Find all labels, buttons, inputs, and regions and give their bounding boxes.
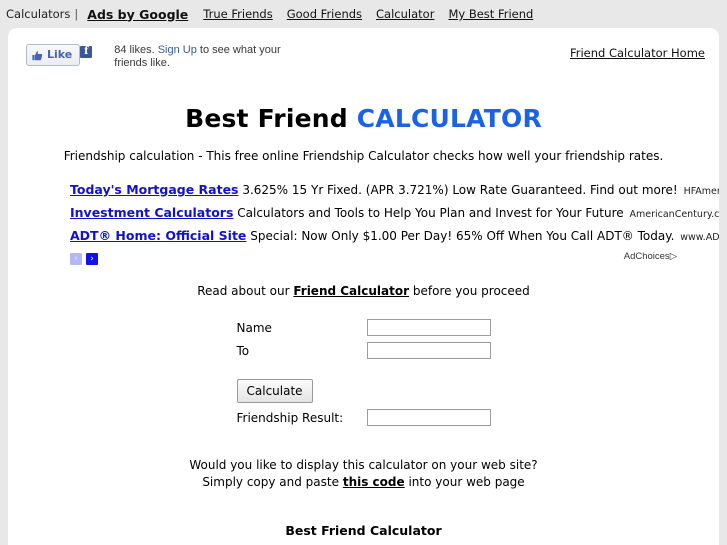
form-row-result: Friendship Result: [237,406,491,429]
signup-link[interactable]: Sign Up [158,44,197,56]
topnav-link-calculator[interactable]: Calculator [376,7,434,21]
content-card: Like f 84 likes. Sign Up to see what you… [8,28,719,545]
ad-pagination: ‹ › AdChoices▷ [70,251,677,266]
ad-item: Investment Calculators Calculators and T… [70,202,719,225]
calculator-form: Name To Calculate Friendship Result: [8,316,719,429]
facebook-like-button[interactable]: Like [26,44,81,66]
embed-line-1: Would you like to display this calculato… [189,458,538,472]
topnav-label: Calculators [6,7,71,21]
ad-body-1: 3.625% 15 Yr Fixed. (APR 3.721%) Low Rat… [242,183,678,197]
ad-body-2: Calculators and Tools to Help You Plan a… [237,206,624,220]
read-about-before: Read about our [197,284,290,298]
page-title: Best Friend CALCULATOR [8,104,719,133]
chevron-left-icon[interactable]: ‹ [70,253,82,265]
ad-item: Today's Mortgage Rates 3.625% 15 Yr Fixe… [70,179,719,202]
embed-line2-before: Simply copy and paste [202,475,339,489]
page-title-primary: Best Friend [185,104,348,133]
ad-url-1: HFAmerica.com [683,186,719,197]
adchoices-label: AdChoices [623,251,670,262]
result-field-cell [366,406,491,429]
ad-block: Today's Mortgage Rates 3.625% 15 Yr Fixe… [70,179,719,266]
friend-calculator-link[interactable]: Friend Calculator [293,284,409,298]
likes-count: 84 likes. [114,44,155,56]
read-about-after: before you proceed [412,284,530,298]
topnav-link-ads-by-google[interactable]: Ads by Google [87,7,188,22]
embed-note: Would you like to display this calculato… [8,457,719,491]
ad-url-2: AmericanCentury.com [629,209,719,220]
friendship-result-input[interactable] [366,409,491,426]
this-code-link[interactable]: this code [343,475,405,489]
ad-title-link-1[interactable]: Today's Mortgage Rates [70,182,239,197]
form-row-name: Name [237,316,491,339]
facebook-icon: f [80,46,93,58]
to-label: To [236,343,250,358]
calculate-button[interactable]: Calculate [236,379,313,403]
chevron-right-icon[interactable]: › [86,253,98,265]
thumbs-up-icon [32,50,44,62]
calculator-form-table: Name To Calculate Friendship Result: [236,316,491,429]
read-about-line: Read about our Friend Calculator before … [8,284,719,298]
like-count-text: 84 likes. Sign Up to see what your frien… [114,44,284,70]
topnav-link-good-friends[interactable]: Good Friends [287,7,362,21]
top-navigation-bar: Calculators | Ads by Google True Friends… [0,0,727,28]
ad-title-link-3[interactable]: ADT® Home: Official Site [70,228,246,243]
to-input[interactable] [366,342,491,359]
ad-item: ADT® Home: Official Site Special: Now On… [70,225,719,248]
adchoices-arrow-icon: ▷ [669,251,677,262]
topnav-link-true-friends[interactable]: True Friends [203,7,272,21]
like-button-label: Like [47,48,73,61]
name-input[interactable] [366,319,491,336]
embed-line-2: Simply copy and paste this code into you… [8,474,719,491]
page-title-accent: CALCULATOR [356,104,542,133]
form-row-to: To [237,339,491,362]
article-heading: Best Friend Calculator [285,523,442,538]
ad-title-link-2[interactable]: Investment Calculators [70,205,233,220]
adchoices-badge[interactable]: AdChoices▷ [624,251,677,262]
ad-url-3: www.ADT.com [680,232,719,243]
page-subtitle: Friendship calculation - This free onlin… [63,149,664,163]
social-like-bar: Like f 84 likes. Sign Up to see what you… [8,28,719,80]
embed-line2-after: into your web page [408,475,525,489]
form-row-calculate: Calculate [236,362,491,406]
name-field-cell [366,316,491,339]
calculate-cell: Calculate [236,362,367,406]
topnav-link-my-best-friend[interactable]: My Best Friend [448,7,533,21]
result-label: Friendship Result: [236,410,344,425]
topnav-separator: | [74,7,79,21]
friend-calculator-home-link[interactable]: Friend Calculator Home [570,46,705,60]
to-field-cell [366,339,491,362]
ad-body-3: Special: Now Only $1.00 Per Day! 65% Off… [250,229,675,243]
name-label: Name [236,320,272,335]
